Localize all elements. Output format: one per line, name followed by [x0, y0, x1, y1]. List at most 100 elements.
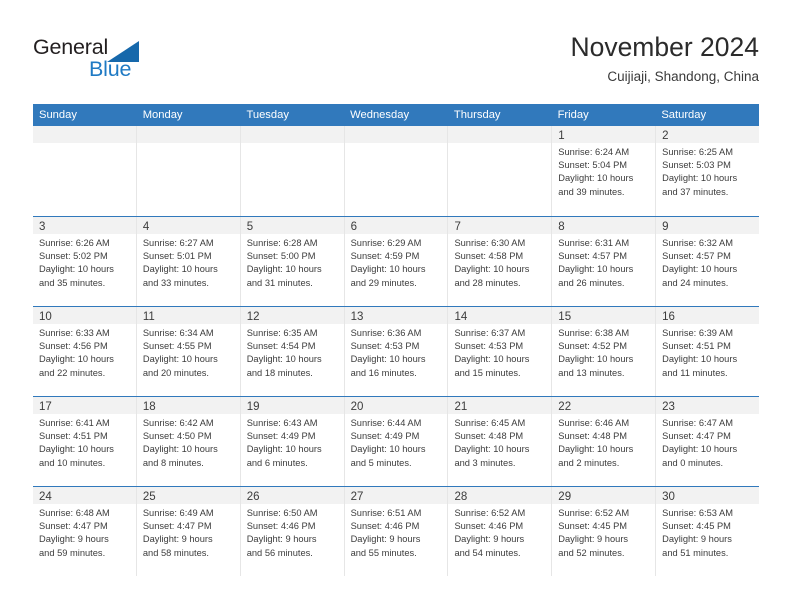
day-cell[interactable] — [240, 126, 345, 216]
daylight-line-1: Daylight: 10 hours — [350, 444, 426, 455]
day-number: 23 — [662, 401, 675, 413]
day-cell[interactable]: 7 Sunrise: 6:30 AM Sunset: 4:58 PM Dayli… — [448, 217, 553, 306]
daylight-line-1: Daylight: 10 hours — [662, 264, 738, 275]
day-number-band: 7 — [448, 217, 552, 234]
day-number: 20 — [350, 401, 364, 413]
day-details: Sunrise: 6:37 AM Sunset: 4:53 PM Dayligh… — [448, 324, 551, 380]
daylight-line-1: Daylight: 9 hours — [39, 534, 109, 545]
day-number-band: 27 — [344, 487, 448, 504]
day-cell[interactable]: 22 Sunrise: 6:46 AM Sunset: 4:48 PM Dayl… — [552, 397, 657, 486]
day-number-band: 23 — [656, 397, 760, 414]
general-blue-logo[interactable]: General Blue — [33, 34, 163, 84]
day-details: Sunrise: 6:25 AM Sunset: 5:03 PM Dayligh… — [656, 143, 759, 199]
day-details: Sunrise: 6:51 AM Sunset: 4:46 PM Dayligh… — [345, 504, 448, 560]
weekday-header-friday: Friday — [557, 109, 589, 121]
day-details: Sunrise: 6:44 AM Sunset: 4:49 PM Dayligh… — [345, 414, 448, 470]
day-number: 12 — [246, 311, 260, 323]
day-cell[interactable]: 18 Sunrise: 6:42 AM Sunset: 4:50 PM Dayl… — [136, 397, 241, 486]
sunrise-line: Sunrise: 6:33 AM — [39, 328, 110, 338]
day-cell[interactable]: 20 Sunrise: 6:44 AM Sunset: 4:49 PM Dayl… — [344, 397, 449, 486]
day-cell[interactable] — [448, 126, 553, 216]
day-number-band: 29 — [552, 487, 656, 504]
day-cell[interactable]: 1 Sunrise: 6:24 AM Sunset: 5:04 PM Dayli… — [552, 126, 657, 216]
day-cell[interactable]: 29 Sunrise: 6:52 AM Sunset: 4:45 PM Dayl… — [552, 487, 657, 576]
sunset-line: Sunset: 5:00 PM — [246, 251, 316, 262]
sunrise-line: Sunrise: 6:25 AM — [662, 147, 733, 157]
day-number: 17 — [39, 401, 52, 413]
day-cell[interactable]: 26 Sunrise: 6:50 AM Sunset: 4:46 PM Dayl… — [240, 487, 345, 576]
daylight-line-2: and 39 minutes. — [558, 186, 625, 197]
day-cell[interactable]: 4 Sunrise: 6:27 AM Sunset: 5:01 PM Dayli… — [136, 217, 241, 306]
daylight-line-1: Daylight: 10 hours — [558, 264, 634, 275]
day-cell[interactable]: 30 Sunrise: 6:53 AM Sunset: 4:45 PM Dayl… — [656, 487, 760, 576]
day-number-band: 18 — [136, 397, 240, 414]
sunrise-line: Sunrise: 6:53 AM — [662, 508, 733, 518]
day-details: Sunrise: 6:33 AM Sunset: 4:56 PM Dayligh… — [33, 324, 136, 380]
daylight-line-1: Daylight: 10 hours — [662, 354, 738, 365]
day-cell[interactable]: 9 Sunrise: 6:32 AM Sunset: 4:57 PM Dayli… — [656, 217, 760, 306]
day-cell[interactable]: 13 Sunrise: 6:36 AM Sunset: 4:53 PM Dayl… — [344, 307, 449, 396]
day-details: Sunrise: 6:41 AM Sunset: 4:51 PM Dayligh… — [33, 414, 136, 470]
day-cell[interactable] — [33, 126, 137, 216]
day-number-band: 11 — [136, 307, 240, 324]
day-details: Sunrise: 6:26 AM Sunset: 5:02 PM Dayligh… — [33, 234, 136, 290]
day-cell[interactable]: 16 Sunrise: 6:39 AM Sunset: 4:51 PM Dayl… — [656, 307, 760, 396]
day-number: 27 — [350, 491, 364, 503]
day-details: Sunrise: 6:29 AM Sunset: 4:59 PM Dayligh… — [345, 234, 448, 290]
sunrise-line: Sunrise: 6:50 AM — [246, 508, 318, 518]
day-cell[interactable]: 25 Sunrise: 6:49 AM Sunset: 4:47 PM Dayl… — [136, 487, 241, 576]
day-cell[interactable]: 12 Sunrise: 6:35 AM Sunset: 4:54 PM Dayl… — [240, 307, 345, 396]
sunset-line: Sunset: 4:52 PM — [558, 341, 628, 352]
sunset-line: Sunset: 4:45 PM — [558, 521, 628, 532]
sunset-line: Sunset: 4:57 PM — [558, 251, 628, 262]
day-number-band: 13 — [344, 307, 448, 324]
day-cell[interactable]: 21 Sunrise: 6:45 AM Sunset: 4:48 PM Dayl… — [448, 397, 553, 486]
day-number: 7 — [454, 221, 461, 233]
weekday-header-row: Sunday Monday Tuesday Wednesday Thursday… — [33, 104, 759, 126]
daylight-line-1: Daylight: 9 hours — [454, 534, 525, 545]
day-details: Sunrise: 6:47 AM Sunset: 4:47 PM Dayligh… — [656, 414, 759, 470]
sunrise-line: Sunrise: 6:38 AM — [558, 328, 630, 338]
daylight-line-1: Daylight: 9 hours — [142, 534, 213, 545]
day-cell[interactable]: 6 Sunrise: 6:29 AM Sunset: 4:59 PM Dayli… — [344, 217, 449, 306]
day-cell[interactable]: 2 Sunrise: 6:25 AM Sunset: 5:03 PM Dayli… — [656, 126, 760, 216]
day-cell[interactable] — [136, 126, 241, 216]
day-cell[interactable]: 14 Sunrise: 6:37 AM Sunset: 4:53 PM Dayl… — [448, 307, 553, 396]
day-number: 18 — [142, 401, 156, 413]
day-cell[interactable]: 5 Sunrise: 6:28 AM Sunset: 5:00 PM Dayli… — [240, 217, 345, 306]
day-details: Sunrise: 6:24 AM Sunset: 5:04 PM Dayligh… — [552, 143, 655, 199]
daylight-line-2: and 11 minutes. — [662, 367, 728, 378]
day-cell[interactable]: 23 Sunrise: 6:47 AM Sunset: 4:47 PM Dayl… — [656, 397, 760, 486]
day-cell[interactable]: 19 Sunrise: 6:43 AM Sunset: 4:49 PM Dayl… — [240, 397, 345, 486]
calendar-grid: Sunday Monday Tuesday Wednesday Thursday… — [33, 104, 760, 576]
day-details — [345, 143, 448, 146]
sunset-line: Sunset: 4:59 PM — [350, 251, 420, 262]
day-cell[interactable]: 28 Sunrise: 6:52 AM Sunset: 4:46 PM Dayl… — [448, 487, 553, 576]
day-number-band: 20 — [344, 397, 448, 414]
day-cell[interactable]: 8 Sunrise: 6:31 AM Sunset: 4:57 PM Dayli… — [552, 217, 657, 306]
daylight-line-1: Daylight: 10 hours — [558, 354, 634, 365]
daylight-line-2: and 29 minutes. — [350, 277, 417, 288]
day-cell[interactable]: 24 Sunrise: 6:48 AM Sunset: 4:47 PM Dayl… — [33, 487, 137, 576]
day-cell[interactable]: 17 Sunrise: 6:41 AM Sunset: 4:51 PM Dayl… — [33, 397, 137, 486]
day-number-band: 15 — [552, 307, 656, 324]
day-cell[interactable]: 3 Sunrise: 6:26 AM Sunset: 5:02 PM Dayli… — [33, 217, 137, 306]
week-row: 10 Sunrise: 6:33 AM Sunset: 4:56 PM Dayl… — [33, 306, 760, 396]
day-cell[interactable]: 15 Sunrise: 6:38 AM Sunset: 4:52 PM Dayl… — [552, 307, 657, 396]
daylight-line-1: Daylight: 10 hours — [558, 444, 634, 455]
sunset-line: Sunset: 4:47 PM — [142, 521, 212, 532]
day-cell[interactable] — [344, 126, 449, 216]
day-details: Sunrise: 6:39 AM Sunset: 4:51 PM Dayligh… — [656, 324, 759, 380]
day-cell[interactable]: 10 Sunrise: 6:33 AM Sunset: 4:56 PM Dayl… — [33, 307, 137, 396]
daylight-line-1: Daylight: 10 hours — [246, 354, 322, 365]
day-cell[interactable]: 11 Sunrise: 6:34 AM Sunset: 4:55 PM Dayl… — [136, 307, 241, 396]
sunset-line: Sunset: 4:55 PM — [142, 341, 212, 352]
day-details: Sunrise: 6:45 AM Sunset: 4:48 PM Dayligh… — [448, 414, 551, 470]
week-row: 3 Sunrise: 6:26 AM Sunset: 5:02 PM Dayli… — [33, 216, 760, 306]
daylight-line-2: and 55 minutes. — [350, 547, 417, 558]
daylight-line-2: and 37 minutes. — [662, 186, 729, 197]
day-details: Sunrise: 6:32 AM Sunset: 4:57 PM Dayligh… — [656, 234, 759, 290]
day-number: 24 — [39, 491, 52, 503]
day-number-band: 3 — [33, 217, 136, 234]
day-cell[interactable]: 27 Sunrise: 6:51 AM Sunset: 4:46 PM Dayl… — [344, 487, 449, 576]
